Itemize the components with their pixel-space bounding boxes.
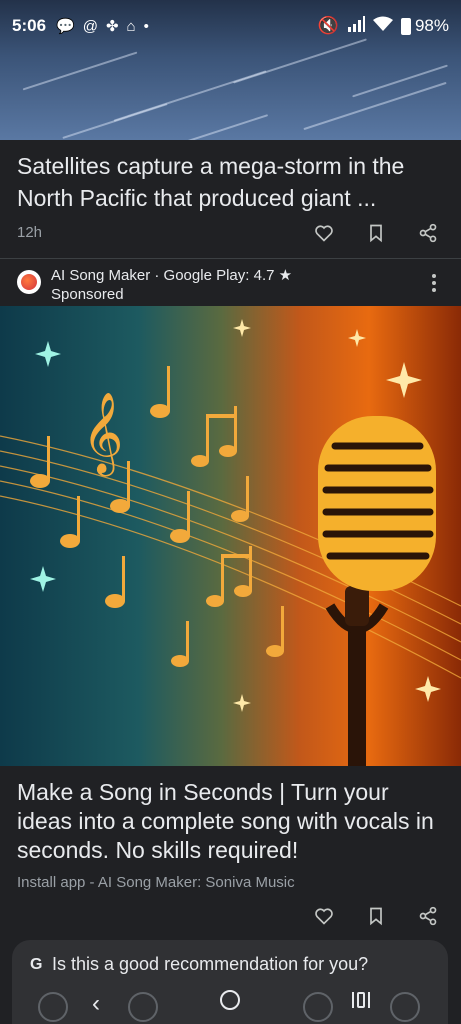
article-age: 12h	[17, 224, 43, 241]
article-actions	[313, 222, 439, 244]
google-g-icon: G	[30, 956, 43, 973]
sponsored-label: Sponsored	[51, 286, 124, 303]
status-bar: 5:06 💬 @ ✤ ⌂ • 🔇 98%	[0, 0, 461, 52]
ad-image-microphone[interactable]: 𝄞	[0, 306, 461, 766]
home-button-icon[interactable]	[220, 990, 240, 1010]
ad-title[interactable]: Make a Song in Seconds | Turn your ideas…	[17, 778, 449, 865]
app-logo-icon	[17, 270, 41, 294]
more-options-icon[interactable]	[431, 274, 437, 292]
battery-percent: 98%	[414, 16, 449, 35]
install-app-text[interactable]: Install app - AI Song Maker: Soniva Musi…	[17, 874, 295, 891]
ad-actions	[313, 905, 439, 927]
recommendation-question: Is this a good recommendation for you?	[52, 954, 369, 974]
article-title[interactable]: Satellites capture a mega-storm in the N…	[17, 150, 449, 214]
svg-text:𝄞: 𝄞	[82, 391, 123, 476]
back-icon[interactable]: ‹	[92, 990, 100, 1018]
heart-icon[interactable]	[313, 222, 335, 244]
status-time: 5:06	[12, 16, 47, 35]
navigation-bar: ‹	[0, 982, 461, 1024]
mute-icon: 🔇	[317, 16, 339, 35]
threads-icon: @	[82, 17, 98, 35]
wifi-icon	[372, 16, 393, 37]
divider	[0, 258, 461, 259]
battery-icon	[400, 17, 411, 35]
home-icon: ⌂	[126, 17, 136, 35]
dot-icon: •	[143, 17, 149, 35]
ad-advertiser: AI Song Maker · Google Play: 4.7 ★	[51, 267, 293, 284]
signal-icon	[347, 15, 365, 37]
bookmark-icon[interactable]	[365, 905, 387, 927]
recents-icon[interactable]	[352, 992, 371, 1008]
pinwheel-icon: ✤	[105, 18, 119, 35]
discover-feed: 5:06 💬 @ ✤ ⌂ • 🔇 98% Satellites capture …	[0, 0, 461, 1024]
bookmark-icon[interactable]	[365, 222, 387, 244]
share-icon[interactable]	[417, 222, 439, 244]
share-icon[interactable]	[417, 905, 439, 927]
ad-header[interactable]: AI Song Maker · Google Play: 4.7 ★ Spons…	[17, 266, 292, 304]
chat-icon: 💬	[56, 18, 75, 35]
heart-icon[interactable]	[313, 905, 335, 927]
